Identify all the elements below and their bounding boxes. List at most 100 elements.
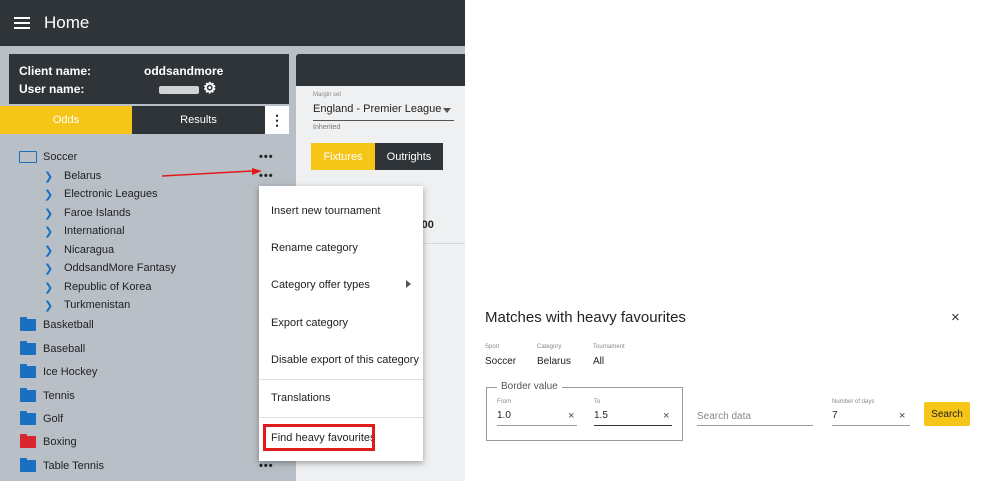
sport-value: Soccer <box>485 356 517 367</box>
top-bar: Home <box>0 0 465 46</box>
gear-icon[interactable]: ⚙ <box>203 81 219 97</box>
client-name-value: oddsandmore <box>144 64 224 78</box>
tree-item-label: Electronic Leagues <box>64 188 158 200</box>
folder-icon <box>20 388 36 402</box>
tree-item-sport[interactable]: Golf <box>0 410 289 428</box>
tree-item-sport[interactable]: Baseball <box>0 340 289 358</box>
inherited-hint: Inherited <box>313 124 341 131</box>
margin-set-label: Margin set <box>313 92 342 98</box>
tree-item-label: Boxing <box>43 436 77 448</box>
days-input[interactable]: 7 <box>832 410 838 421</box>
more-icon[interactable]: ••• <box>259 151 274 163</box>
tree-item-category[interactable]: ❯ Electronic Leagues <box>0 185 289 203</box>
red-highlight-annotation <box>263 424 375 451</box>
page-title: Home <box>44 13 90 32</box>
caret-down-icon <box>443 108 451 113</box>
folder-open-icon <box>19 151 37 163</box>
tree-item-label: Republic of Korea <box>64 281 152 293</box>
tree-item-sport[interactable]: Tennis <box>0 387 289 405</box>
tree-item-label: Turkmenistan <box>64 299 131 311</box>
from-label: From <box>497 399 511 405</box>
tree-item-label: International <box>64 225 125 237</box>
close-icon[interactable]: × <box>951 309 960 326</box>
search-button[interactable]: Search <box>924 402 970 426</box>
tree-item-sport[interactable]: Ice Hockey <box>0 363 289 381</box>
to-label: To <box>594 399 601 405</box>
tree-item-label: OddsandMore Fantasy <box>64 262 176 274</box>
user-name-label: User name: <box>19 82 85 96</box>
tree-item-category[interactable]: ❯ Republic of Korea <box>0 278 289 296</box>
tree-item-sport[interactable]: Table Tennis ••• <box>0 457 289 475</box>
category-label: Category <box>537 344 562 350</box>
clear-from-icon[interactable]: × <box>568 410 574 422</box>
folder-icon <box>20 317 36 331</box>
days-underline <box>832 425 910 426</box>
menu-item-insert-tournament[interactable]: Insert new tournament <box>259 192 423 229</box>
chevron-right-icon: ❯ <box>44 225 54 238</box>
menu-item-label: Category offer types <box>271 278 370 291</box>
tree-item-category[interactable]: ❯ Nicaragua <box>0 241 289 259</box>
tournament-label: Tournament <box>593 344 625 350</box>
chevron-right-icon: ❯ <box>44 170 54 183</box>
tree-item-label: Baseball <box>43 343 86 355</box>
tree-item-label: Nicaragua <box>64 244 115 256</box>
client-info-panel: Client name: oddsandmore User name: ⚙ <box>9 54 289 104</box>
chevron-right-icon: ❯ <box>44 262 54 275</box>
tab-results[interactable]: Results <box>132 106 265 134</box>
tree-item-label: Ice Hockey <box>43 366 98 378</box>
tree-item-label: Faroe Islands <box>64 207 131 219</box>
menu-item-translations[interactable]: Translations <box>259 379 423 416</box>
folder-icon <box>20 434 36 448</box>
chevron-right-icon: ❯ <box>44 299 54 312</box>
border-value-group <box>486 387 683 441</box>
clear-to-icon[interactable]: × <box>663 410 669 422</box>
folder-icon <box>20 458 36 472</box>
user-name-redacted <box>159 86 199 94</box>
margin-set-value: England - Premier League <box>313 103 442 115</box>
from-underline <box>497 425 577 426</box>
tree-item-label: Golf <box>43 413 64 425</box>
chevron-right-icon: ❯ <box>44 281 54 294</box>
fixtures-button[interactable]: Fixtures <box>311 143 375 170</box>
folder-icon <box>20 341 36 355</box>
caret-right-icon <box>406 280 411 288</box>
hamburger-menu-icon[interactable] <box>14 17 30 29</box>
to-underline <box>594 425 672 426</box>
menu-item-category-offer-types[interactable]: Category offer types <box>259 266 423 303</box>
search-data-input[interactable]: Search data <box>697 411 751 422</box>
menu-item-rename-category[interactable]: Rename category <box>259 229 423 266</box>
folder-icon <box>20 411 36 425</box>
chevron-right-icon: ❯ <box>44 207 54 220</box>
tree-item-label: Soccer <box>43 151 78 163</box>
category-value: Belarus <box>537 356 571 367</box>
tree-item-sport[interactable]: Boxing <box>0 433 289 451</box>
more-icon[interactable]: ••• <box>259 460 274 472</box>
tree-item-label: Belarus <box>64 170 102 182</box>
border-value-legend: Border value <box>497 381 562 392</box>
menu-item-export-category[interactable]: Export category <box>259 304 423 341</box>
clear-days-icon[interactable]: × <box>899 410 905 422</box>
menu-item-disable-export[interactable]: Disable export of this category <box>259 341 423 378</box>
tab-odds[interactable]: Odds <box>0 106 132 134</box>
dialog-title: Matches with heavy favourites <box>485 309 686 326</box>
tree-item-sport[interactable]: Basketball <box>0 316 289 334</box>
tree-item-category[interactable]: ❯ International <box>0 222 289 240</box>
tabs-more-icon[interactable]: ⋮ <box>265 106 289 134</box>
tree-item-category[interactable]: ❯ OddsandMore Fantasy <box>0 259 289 277</box>
sport-label: Sport <box>485 344 500 350</box>
to-input[interactable]: 1.5 <box>594 410 608 421</box>
search-data-underline <box>697 425 813 426</box>
chevron-right-icon: ❯ <box>44 244 54 257</box>
tree-item-soccer[interactable]: Soccer ••• <box>0 148 289 166</box>
red-arrow-annotation <box>162 168 262 177</box>
from-input[interactable]: 1.0 <box>497 410 511 421</box>
margin-set-select[interactable]: England - Premier League <box>313 103 454 121</box>
tree-item-category[interactable]: ❯ Turkmenistan <box>0 296 289 314</box>
folder-icon <box>20 364 36 378</box>
tree-item-label: Basketball <box>43 319 94 331</box>
chevron-right-icon: ❯ <box>44 188 54 201</box>
tree-item-category[interactable]: ❯ Faroe Islands <box>0 204 289 222</box>
client-name-label: Client name: <box>19 64 92 78</box>
outrights-button[interactable]: Outrights <box>375 143 443 170</box>
middle-header-bar <box>296 54 465 86</box>
